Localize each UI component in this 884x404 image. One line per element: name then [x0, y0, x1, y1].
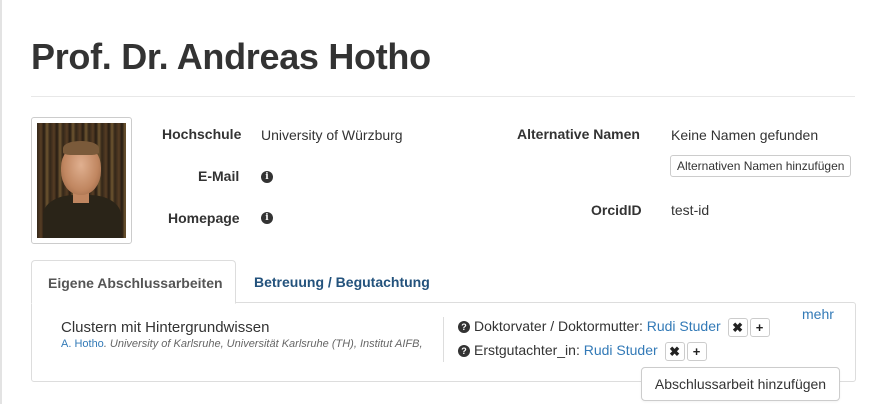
alt-names-label: Alternative Namen — [517, 126, 640, 142]
thesis-meta: A. Hotho. University of Karlsruhe, Unive… — [61, 338, 423, 350]
email-label: E-Mail — [198, 168, 240, 184]
add-person-button[interactable]: + — [749, 318, 770, 337]
orcid-label: OrcidID — [591, 202, 642, 218]
thesis-title: Clustern mit Hintergrundwissen — [61, 319, 270, 336]
remove-person-button[interactable]: ✖ — [727, 318, 748, 337]
add-thesis-button[interactable]: Abschlussarbeit hinzufügen — [641, 367, 840, 401]
question-icon: ? — [458, 345, 470, 358]
homepage-label: Homepage — [168, 210, 240, 226]
thesis-author-link[interactable]: A. Hotho — [61, 338, 104, 350]
person-link[interactable]: Rudi Studer — [584, 342, 658, 358]
role-row: ? Doktorvater / Doktormutter: Rudi Studer… — [458, 318, 770, 337]
university-label: Hochschule — [162, 126, 242, 142]
alt-names-value: Keine Namen gefunden — [671, 127, 819, 143]
profile-photo-image — [37, 123, 126, 238]
left-border — [0, 0, 2, 404]
email-info-icon[interactable]: i — [261, 171, 273, 183]
tab-own-theses[interactable]: Eigene Abschlussarbeiten — [31, 260, 236, 304]
homepage-info-icon[interactable]: i — [261, 212, 273, 224]
thesis-institution: . University of Karlsruhe, Universität K… — [103, 338, 423, 350]
add-person-button[interactable]: + — [686, 342, 707, 361]
role-label: Erstgutachter_in: — [474, 342, 580, 359]
add-alt-name-button[interactable]: Alternativen Namen hinzufügen — [670, 155, 852, 177]
role-label: Doktorvater / Doktormutter: — [474, 318, 643, 335]
panel-divider — [443, 317, 444, 362]
role-row: ? Erstgutachter_in: Rudi Studer ✖ + — [458, 342, 707, 361]
profile-photo — [31, 117, 132, 244]
remove-person-button[interactable]: ✖ — [664, 342, 685, 361]
title-divider — [31, 96, 855, 97]
question-icon: ? — [458, 321, 470, 334]
university-value: University of Würzburg — [261, 127, 403, 143]
orcid-value: test-id — [671, 202, 710, 218]
person-link[interactable]: Rudi Studer — [647, 318, 721, 334]
page-title: Prof. Dr. Andreas Hotho — [31, 36, 431, 77]
more-link[interactable]: mehr — [802, 306, 834, 322]
tab-supervision[interactable]: Betreuung / Begutachtung — [254, 274, 430, 290]
